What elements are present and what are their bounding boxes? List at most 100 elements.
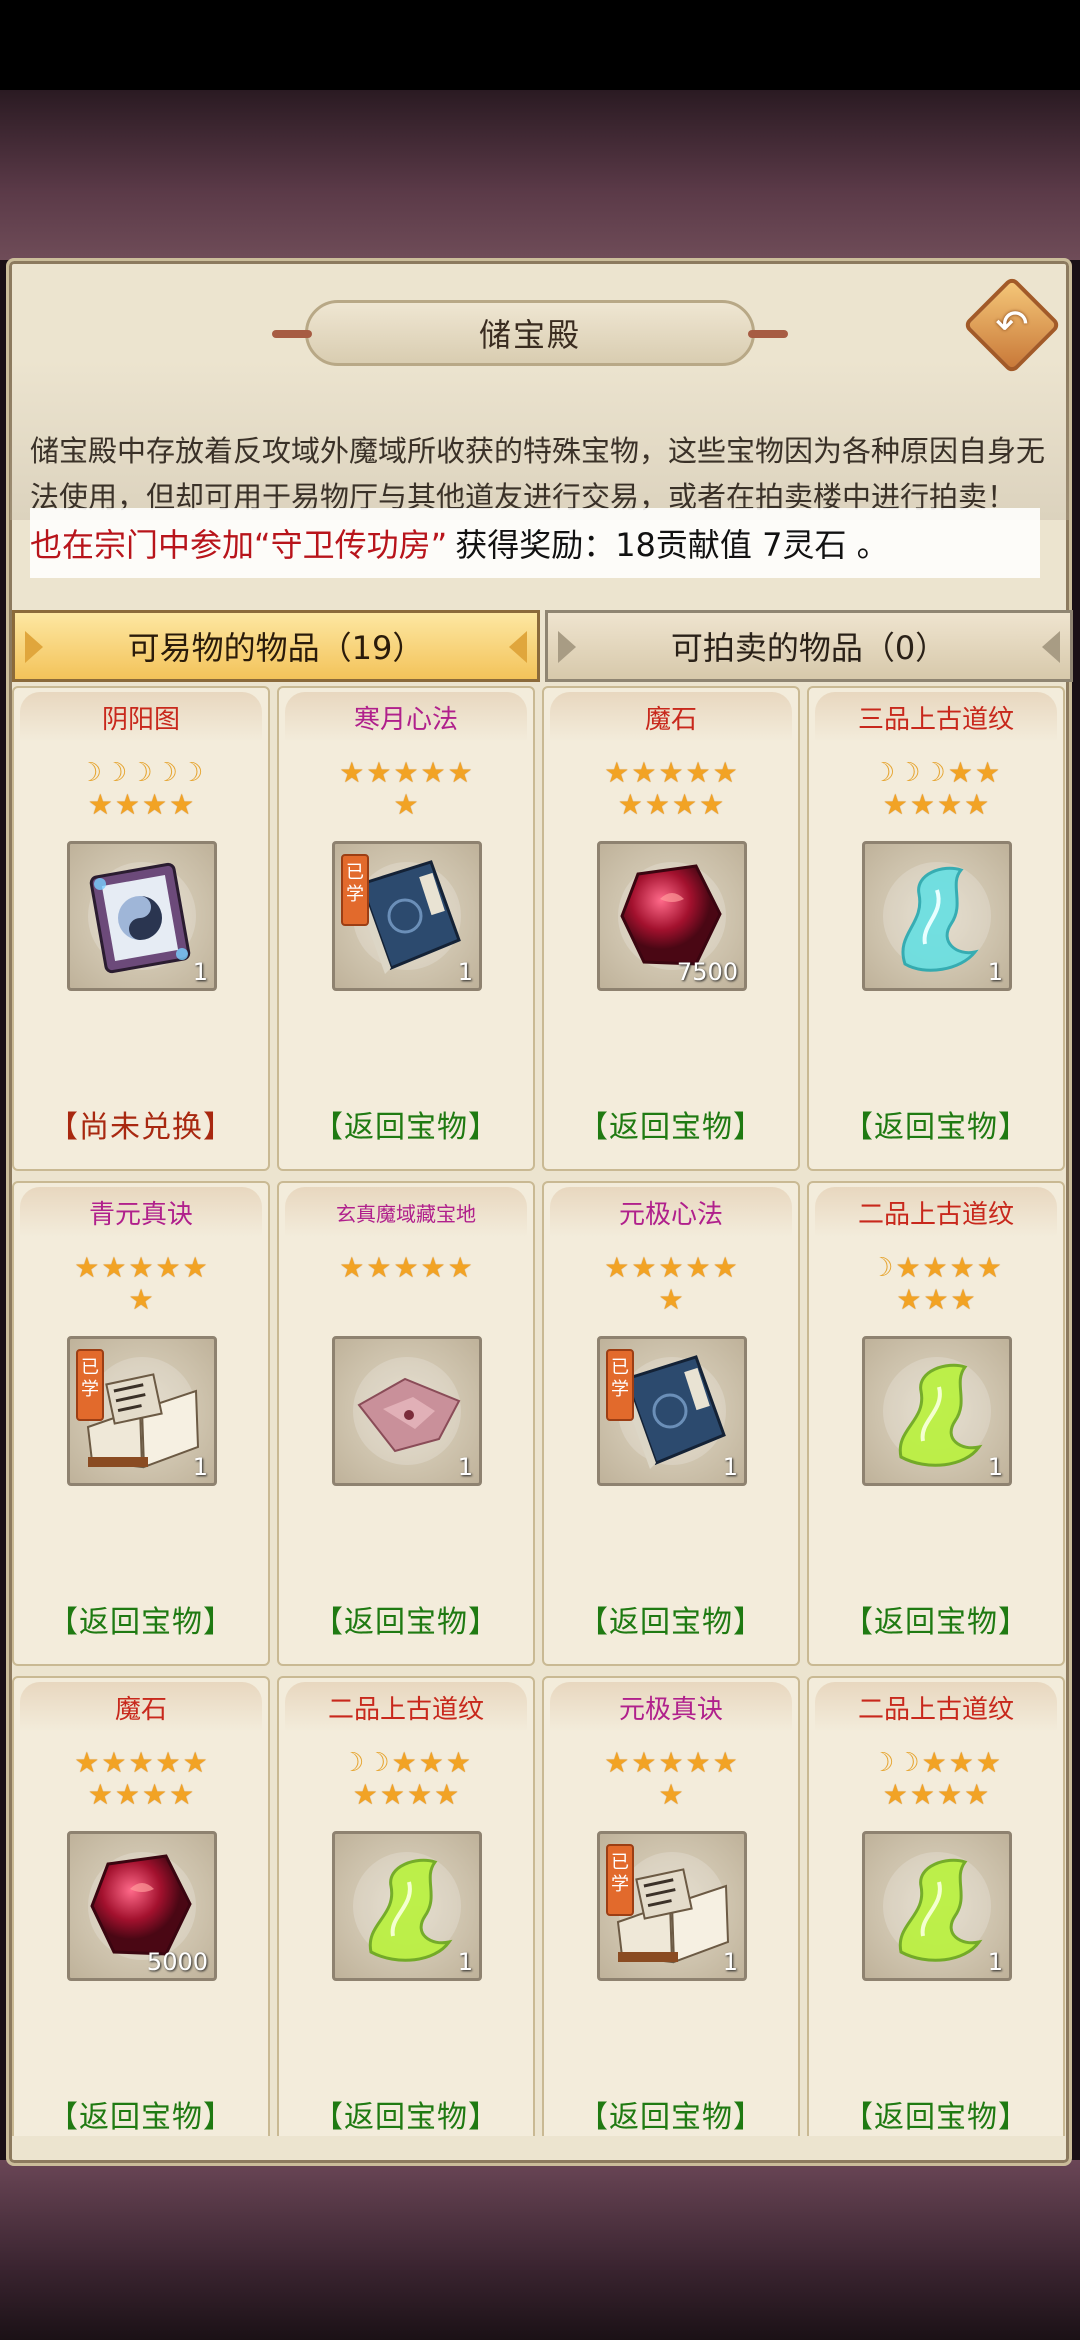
page-title: 储宝殿	[478, 316, 581, 354]
star-rank-icon: ★	[155, 1746, 181, 1779]
title-banner: 储宝殿	[272, 300, 788, 366]
item-slot[interactable]: 1	[67, 841, 217, 991]
item-slot[interactable]: 1	[862, 1336, 1012, 1486]
item-card-header: 青元真诀	[20, 1187, 262, 1237]
moon-rank-icon: ☽	[870, 1253, 894, 1283]
item-rank-stars: ★ ★ ★ ★ ★ ★	[24, 1253, 258, 1315]
star-rank-icon: ★	[685, 1251, 711, 1284]
moon-rank-icon: ☽	[896, 1748, 920, 1778]
star-rank-icon: ★	[950, 1283, 976, 1316]
item-quantity: 1	[987, 958, 1003, 986]
item-quantity: 1	[457, 1453, 473, 1481]
star-rank-icon: ★	[87, 788, 113, 821]
return-treasure-link[interactable]: 【返回宝物】	[809, 2092, 1063, 2136]
star-rank-icon: ★	[604, 756, 630, 789]
return-treasure-link[interactable]: 【返回宝物】	[544, 1597, 798, 1641]
background-bottom	[0, 2160, 1080, 2340]
star-rank-icon: ★	[685, 756, 711, 789]
item-rank-stars: ☽ ☽ ★ ★ ★ ★ ★ ★ ★	[819, 1748, 1053, 1810]
item-quantity: 1	[457, 1948, 473, 1976]
moon-rank-icon: ☽	[154, 758, 178, 788]
return-treasure-link[interactable]: 【返回宝物】	[279, 1102, 533, 1146]
star-rank-icon: ★	[420, 756, 446, 789]
item-card[interactable]: 青元真诀 ★ ★ ★ ★ ★ ★ 已学 1 【返回宝物】	[12, 1181, 270, 1666]
star-rank-icon: ★	[87, 1778, 113, 1811]
item-grid[interactable]: 阴阳图 ☽ ☽ ☽ ☽ ☽ ★ ★ ★ ★ 1 【尚未兑换】 寒月心法 ★ ★ ★ ★ ★ ★ 已学 1 【返回宝物】 魔石…	[12, 686, 1068, 2136]
return-treasure-link[interactable]: 【返回宝物】	[809, 1597, 1063, 1641]
item-card[interactable]: 魔石 ★ ★ ★ ★ ★ ★ ★ ★ ★ 7500 【返回宝物】	[542, 686, 800, 1171]
item-rank-stars: ★ ★ ★ ★ ★ ★	[554, 1253, 788, 1315]
learned-badge: 已学	[76, 1349, 104, 1421]
star-rank-icon: ★	[420, 1251, 446, 1284]
item-slot[interactable]: 1	[862, 841, 1012, 991]
tab-tradable-items[interactable]: 可易物的物品（19）	[12, 610, 540, 682]
item-slot[interactable]: 已学 1	[332, 841, 482, 991]
star-rank-icon: ★	[379, 1778, 405, 1811]
item-slot[interactable]: 7500	[597, 841, 747, 991]
item-name: 寒月心法	[353, 704, 458, 735]
return-treasure-link[interactable]: 【返回宝物】	[14, 1597, 268, 1641]
item-card[interactable]: 三品上古道纹 ☽ ☽ ☽ ★ ★ ★ ★ ★ ★ 1 【返回宝物】	[807, 686, 1065, 1171]
item-card[interactable]: 元极真诀 ★ ★ ★ ★ ★ ★ 已学 1 【返回宝物】	[542, 1676, 800, 2136]
moon-rank-icon: ☽	[179, 758, 204, 788]
star-rank-icon: ★	[948, 1746, 974, 1779]
star-rank-icon: ★	[937, 788, 963, 821]
item-rank-stars: ★ ★ ★ ★ ★ ★	[554, 1748, 788, 1810]
star-rank-icon: ★	[947, 756, 973, 789]
item-card[interactable]: 二品上古道纹 ☽ ★ ★ ★ ★ ★ ★ ★ 1 【返回宝物】	[807, 1181, 1065, 1666]
item-card-header: 魔石	[550, 692, 792, 742]
star-rank-icon: ★	[937, 1778, 963, 1811]
item-slot[interactable]: 1	[332, 1831, 482, 1981]
item-card[interactable]: 玄真魔域藏宝地 ★ ★ ★ ★ ★ 1 【返回宝物】	[277, 1181, 535, 1666]
item-slot[interactable]: 已学 1	[67, 1336, 217, 1486]
star-rank-icon: ★	[923, 1283, 949, 1316]
return-treasure-link[interactable]: 【返回宝物】	[544, 1102, 798, 1146]
item-slot[interactable]: 已学 1	[597, 1336, 747, 1486]
star-rank-icon: ★	[949, 1251, 975, 1284]
item-quantity: 1	[722, 1948, 738, 1976]
moon-rank-icon: ☽	[341, 1748, 365, 1778]
chevron-left-icon	[25, 631, 43, 663]
item-slot[interactable]: 已学 1	[597, 1831, 747, 1981]
star-rank-icon: ★	[142, 1778, 168, 1811]
item-slot[interactable]: 5000	[67, 1831, 217, 1981]
item-card-header: 三品上古道纹	[815, 692, 1057, 742]
return-treasure-link[interactable]: 【返回宝物】	[279, 2092, 533, 2136]
item-card[interactable]: 魔石 ★ ★ ★ ★ ★ ★ ★ ★ ★ 5000 【返回宝物】	[12, 1676, 270, 2136]
item-card[interactable]: 二品上古道纹 ☽ ☽ ★ ★ ★ ★ ★ ★ ★ 1 【返回宝物】	[807, 1676, 1065, 2136]
item-card-header: 魔石	[20, 1682, 262, 1732]
return-treasure-link[interactable]: 【返回宝物】	[809, 1102, 1063, 1146]
item-rank-stars: ☽ ★ ★ ★ ★ ★ ★ ★	[819, 1253, 1053, 1315]
item-rank-stars: ★ ★ ★ ★ ★ ★	[289, 758, 523, 820]
star-rank-icon: ★	[672, 788, 698, 821]
item-card[interactable]: 寒月心法 ★ ★ ★ ★ ★ ★ 已学 1 【返回宝物】	[277, 686, 535, 1171]
notice-prefix: 也在宗门中参加	[30, 526, 255, 564]
item-card[interactable]: 二品上古道纹 ☽ ☽ ★ ★ ★ ★ ★ ★ ★ 1 【返回宝物】	[277, 1676, 535, 2136]
item-rank-stars: ☽ ☽ ☽ ★ ★ ★ ★ ★ ★	[819, 758, 1053, 820]
item-slot[interactable]: 1	[862, 1831, 1012, 1981]
item-slot[interactable]: 1	[332, 1336, 482, 1486]
notice-suffix: 获得奖励：18贡献值 7灵石 。	[455, 526, 889, 564]
star-rank-icon: ★	[631, 1251, 657, 1284]
return-treasure-link[interactable]: 【返回宝物】	[544, 2092, 798, 2136]
return-treasure-link[interactable]: 【返回宝物】	[279, 1597, 533, 1641]
item-name: 元极心法	[618, 1199, 723, 1230]
tab-auction-items[interactable]: 可拍卖的物品（0）	[545, 610, 1073, 682]
star-rank-icon: ★	[434, 1778, 460, 1811]
item-name: 青元真诀	[88, 1199, 193, 1230]
item-name: 元极真诀	[618, 1694, 723, 1725]
star-rank-icon: ★	[366, 756, 392, 789]
star-rank-icon: ★	[712, 1251, 738, 1284]
star-rank-icon: ★	[339, 1251, 365, 1284]
item-card[interactable]: 元极心法 ★ ★ ★ ★ ★ ★ 已学 1 【返回宝物】	[542, 1181, 800, 1666]
item-quantity: 1	[722, 1453, 738, 1481]
return-treasure-link[interactable]: 【返回宝物】	[14, 2092, 268, 2136]
back-button[interactable]: ↶	[962, 275, 1062, 375]
star-rank-icon: ★	[964, 1778, 990, 1811]
item-card[interactable]: 阴阳图 ☽ ☽ ☽ ☽ ☽ ★ ★ ★ ★ 1 【尚未兑换】	[12, 686, 270, 1171]
learned-badge: 已学	[606, 1844, 634, 1916]
star-rank-icon: ★	[445, 1746, 471, 1779]
item-quantity: 1	[987, 1948, 1003, 1976]
star-rank-icon: ★	[895, 1251, 921, 1284]
item-rank-stars: ★ ★ ★ ★ ★ ★ ★ ★ ★	[554, 758, 788, 820]
